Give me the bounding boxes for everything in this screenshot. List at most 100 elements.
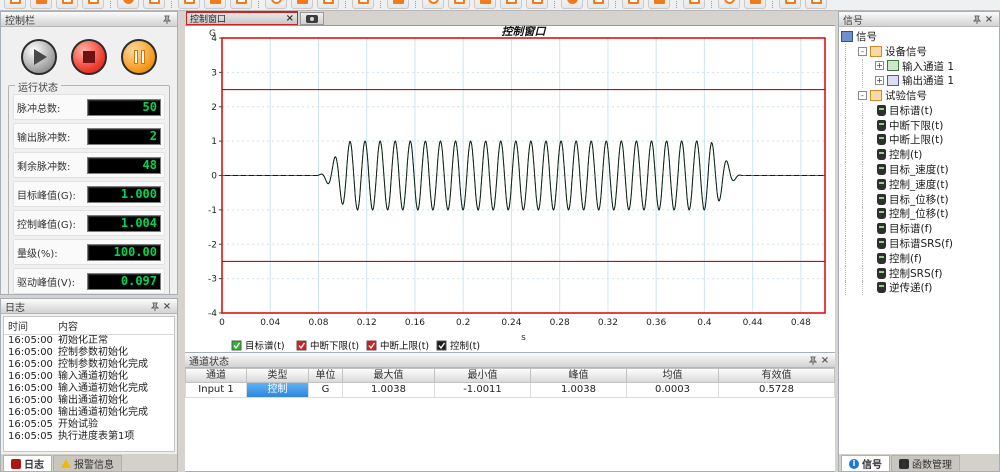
toolbar-button-signal-level-1[interactable] [265,0,287,9]
channel-table-row[interactable]: Input 1控制G1.0038-1.00111.00380.00030.572… [185,383,835,398]
signal-icon [877,164,886,175]
close-file-icon [62,0,73,4]
tree-item-控制(t)[interactable]: 控制(t) [841,147,999,162]
tree-item-中断上限(t)[interactable]: 中断上限(t) [841,133,999,148]
expand-icon[interactable]: + [875,76,884,85]
legend-checkbox-icon[interactable] [367,341,376,350]
toolbar-button-save-file[interactable] [82,0,104,9]
tree-item-控制(f)[interactable]: 控制(f) [841,251,999,266]
toolbar-button-save-all[interactable] [117,0,139,9]
tab-log[interactable]: 日志 [3,455,52,471]
toolbar-button-new-file[interactable] [4,0,26,9]
close-icon[interactable]: × [819,354,831,366]
tree-guide [862,281,875,296]
channel-col-8[interactable]: 有效值 [719,368,835,383]
tab-alarm-info[interactable]: 报警信息 [53,455,122,471]
channel-col-2[interactable]: 类型 [247,368,309,383]
toolbar-button-chart-view-1[interactable] [500,0,522,9]
legend-item-目标谱(t)[interactable]: 目标谱(t) [232,340,285,352]
tree-item-设备信号[interactable]: -设备信号 [841,44,999,59]
toolbar-button-text-tool[interactable] [648,0,670,9]
close-icon[interactable]: × [983,13,995,25]
toolbar-button-signal-level-2[interactable] [291,0,313,9]
collapse-icon[interactable]: - [858,47,867,56]
tree-item-控制_位移(t)[interactable]: 控制_位移(t) [841,207,999,222]
tree-item-控制_速度(t)[interactable]: 控制_速度(t) [841,177,999,192]
pin-icon[interactable] [161,13,173,25]
tree-item-控制SRS(f)[interactable]: 控制SRS(f) [841,266,999,281]
toolbar-button-open-window[interactable] [683,0,705,9]
tree-item-输入通道 1[interactable]: + 输入通道 1 [841,59,999,74]
toolbar-button-waveform[interactable] [387,0,409,9]
tab-snapshot[interactable] [300,12,324,25]
toolbar-button-table-view-1[interactable] [422,0,444,9]
legend-checkbox-icon[interactable] [297,341,306,350]
toolbar-button-collapse[interactable] [805,0,827,9]
toolbar-button-open-file[interactable] [30,0,52,9]
toolbar-button-zoom-in[interactable] [718,0,740,9]
stop-button[interactable] [71,39,107,75]
tree-item-目标_速度(t)[interactable]: 目标_速度(t) [841,162,999,177]
tree-item-试验信号[interactable]: -试验信号 [841,88,999,103]
legend-checkbox-icon[interactable] [437,341,446,350]
tree-item-逆传递(f)[interactable]: 逆传递(f) [841,281,999,296]
legend-item-控制(t)[interactable]: 控制(t) [437,340,480,352]
toolbar-button-close-file[interactable] [56,0,78,9]
tree-item-label: 目标_速度(t) [889,162,949,177]
tree-item-信号[interactable]: 信号 [841,29,999,44]
tab-control-window[interactable]: 控制窗口 × [186,11,298,25]
pin-icon[interactable] [807,354,819,366]
collapse-icon[interactable]: - [858,91,867,100]
pause-button[interactable] [121,39,157,75]
channel-col-6[interactable]: 峰值 [531,368,627,383]
vertical-splitter-left[interactable] [178,11,185,472]
tree-item-目标谱(f)[interactable]: 目标谱(f) [841,221,999,236]
toolbar-button-chart-view-2[interactable] [526,0,548,9]
log-time: 16:05:00 [4,335,54,347]
zoom-in-icon [724,0,735,4]
log-panel-titlebar: 日志 × [1,299,177,314]
tree-item-目标谱(t)[interactable]: 目标谱(t) [841,103,999,118]
tree-item-label: 输入通道 1 [902,59,954,74]
toolbar-button-save-layout[interactable] [622,0,644,9]
table-view-1-icon [428,0,439,4]
channel-col-3[interactable]: 单位 [309,368,343,383]
close-icon[interactable]: × [286,13,294,24]
chart-view-2-icon [532,0,543,4]
tree-item-中断下限(t)[interactable]: 中断下限(t) [841,118,999,133]
pin-icon[interactable] [971,13,983,25]
tab-function-manager[interactable]: 函数管理 [891,455,960,471]
channel-col-1[interactable]: 通道 [185,368,247,383]
toolbar-button-settings-star[interactable] [178,0,200,9]
toolbar-button-signal-level-3[interactable] [317,0,339,9]
toolbar-button-link-group[interactable] [587,0,609,9]
legend-item-中断下限(t)[interactable]: 中断下限(t) [297,340,359,352]
status-field-row: 控制峰值(G):1.004 [13,210,165,236]
toolbar-button-globe-signal[interactable] [352,0,374,9]
tree-item-目标_位移(t)[interactable]: 目标_位移(t) [841,192,999,207]
channel-col-7[interactable]: 均值 [627,368,719,383]
pin-icon[interactable] [149,300,161,312]
toolbar-button-print[interactable] [143,0,165,9]
toolbar-button-table-view-2[interactable] [448,0,470,9]
status-field-label: 剩余脉冲数: [17,158,70,173]
toolbar-button-link-channel[interactable] [561,0,583,9]
toolbar-button-clock[interactable] [230,0,252,9]
channel-status-panel: 通道状态 × 通道类型单位最大值最小值峰值均值有效值Input 1控制G1.00… [185,352,835,472]
channel-col-5[interactable]: 最小值 [435,368,531,383]
toolbar-button-zoom-out[interactable] [744,0,766,9]
toolbar-button-table-view-3[interactable] [474,0,496,9]
log-col-time: 时间 [4,317,54,334]
legend-item-中断上限(t)[interactable]: 中断上限(t) [367,340,429,352]
expand-icon[interactable]: + [875,61,884,70]
toolbar-button-undo[interactable] [779,0,801,9]
channel-col-4[interactable]: 最大值 [343,368,435,383]
tab-signal[interactable]: i 信号 [841,455,890,471]
tree-item-目标谱SRS(f)[interactable]: 目标谱SRS(f) [841,236,999,251]
toolbar-button-pie-chart[interactable] [204,0,226,9]
tree-item-label: 逆传递(f) [889,280,932,295]
close-icon[interactable]: × [161,300,173,312]
legend-checkbox-icon[interactable] [232,341,241,350]
tree-item-输出通道 1[interactable]: +输出通道 1 [841,73,999,88]
play-button[interactable] [21,39,57,75]
